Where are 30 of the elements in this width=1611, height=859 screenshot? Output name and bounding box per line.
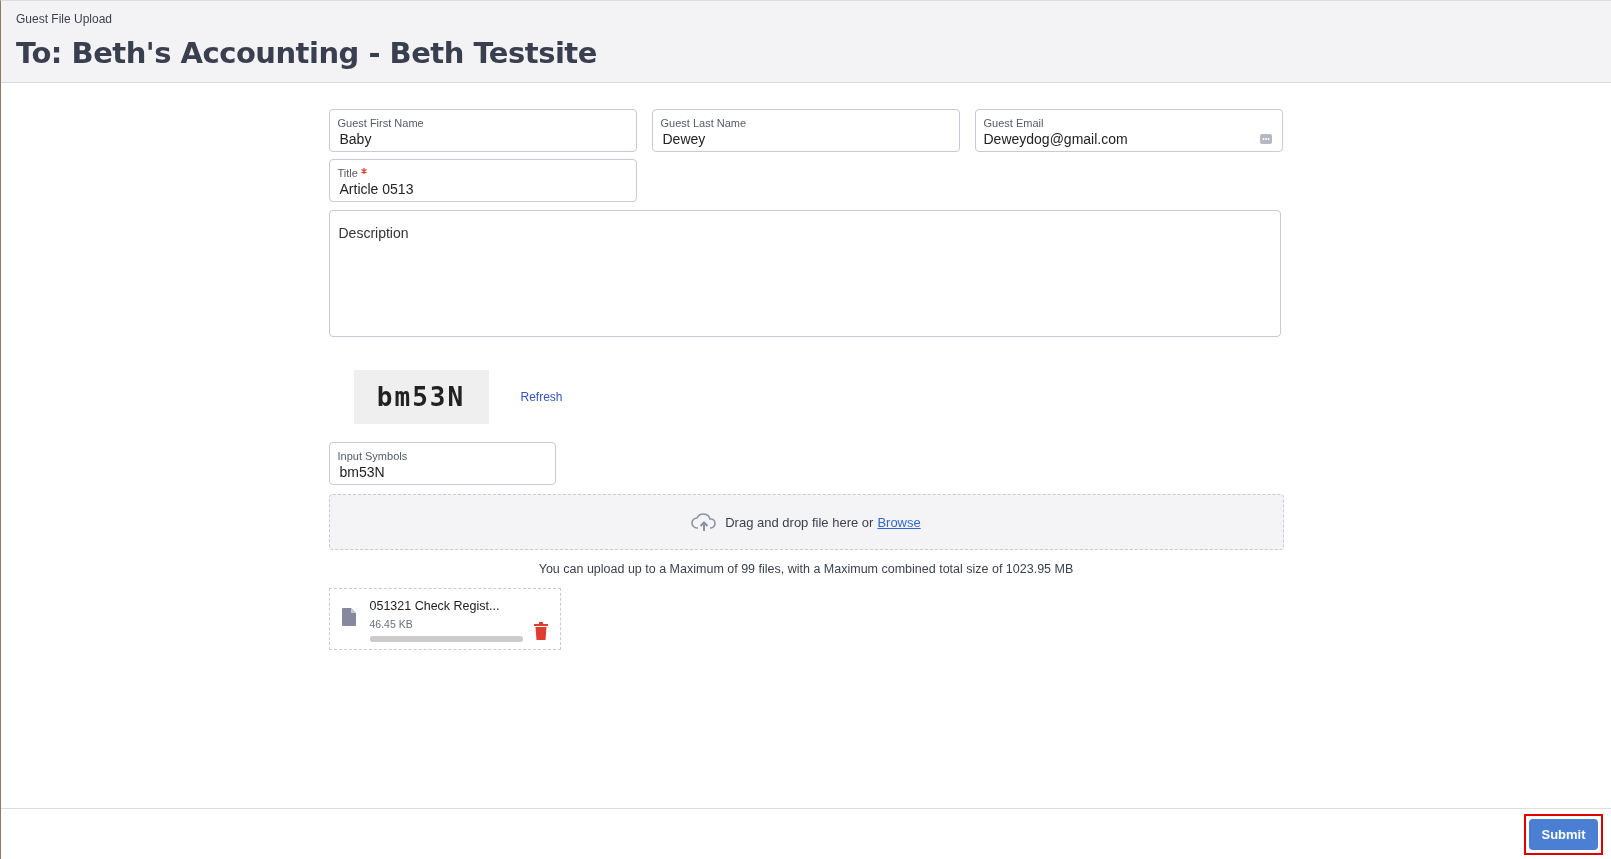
input-field[interactable]: Input Symbols bm53N bbox=[328, 442, 556, 485]
field-label: Title bbox=[337, 167, 628, 179]
file-icon bbox=[341, 608, 356, 626]
trash-icon[interactable] bbox=[533, 622, 548, 640]
file-name: 051321 Check Regist... bbox=[369, 599, 501, 613]
field-value: bm53N bbox=[338, 464, 385, 480]
input-field[interactable]: Guest Last Name Dewey bbox=[651, 109, 960, 152]
input-field[interactable]: Guest Email Deweydog@gmail.com bbox=[974, 109, 1283, 152]
page-title: To: Beth's Accounting - Beth Testsite bbox=[16, 36, 598, 70]
field-label: Input Symbols bbox=[337, 450, 409, 462]
field-value: Baby bbox=[338, 131, 372, 147]
drop-text: Drag and drop file here or bbox=[725, 514, 874, 530]
drop-zone[interactable]: Drag and drop file here or Browse bbox=[328, 494, 1284, 550]
upload-limit-note: You can upload up to a Maximum of 99 files, with a Maximum combined total size of 1023.95 MB bbox=[537, 562, 1075, 576]
input-field[interactable]: Title Article 0513 bbox=[328, 159, 637, 202]
submit-button[interactable]: Submit bbox=[1529, 818, 1598, 850]
field-label: Guest Last Name bbox=[660, 117, 748, 129]
field-label: Guest Email bbox=[983, 117, 1045, 129]
field-value: Article 0513 bbox=[338, 181, 414, 197]
field-value: Deweydog@gmail.com bbox=[983, 131, 1128, 147]
file-size: 46.45 KB bbox=[369, 618, 414, 630]
input-field[interactable]: Guest First Name Baby bbox=[328, 109, 637, 152]
browse-link[interactable]: Browse bbox=[877, 514, 921, 530]
captcha-image: bm53N bbox=[353, 370, 489, 424]
cloud-upload-icon bbox=[691, 512, 718, 532]
description-field[interactable]: Description bbox=[328, 210, 1281, 337]
field-value: Dewey bbox=[661, 131, 706, 147]
field-label: Guest First Name bbox=[337, 117, 425, 129]
refresh-link[interactable]: Refresh bbox=[520, 390, 563, 404]
page-subtitle: Guest File Upload bbox=[16, 12, 114, 26]
